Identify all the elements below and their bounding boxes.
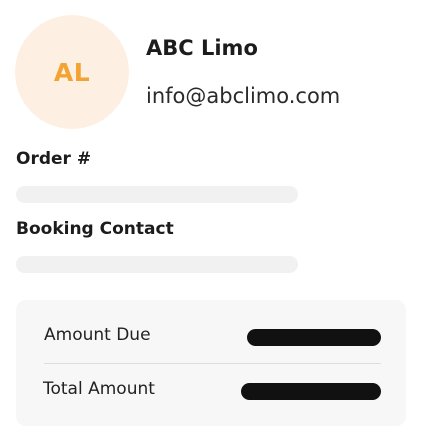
company-avatar: AL — [15, 15, 129, 129]
order-number-placeholder — [16, 186, 298, 203]
total-amount-label: Total Amount — [43, 379, 155, 399]
booking-contact-placeholder — [16, 256, 298, 273]
order-number-label: Order # — [16, 149, 92, 169]
total-amount-value-placeholder — [241, 383, 381, 400]
company-header: AL ABC Limo info@abclimo.com — [0, 0, 426, 130]
payment-summary-card: Amount Due Total Amount — [16, 300, 406, 426]
company-email: info@abclimo.com — [146, 84, 341, 108]
company-name: ABC Limo — [146, 36, 258, 60]
amount-due-row: Amount Due — [16, 321, 406, 351]
amount-due-label: Amount Due — [44, 325, 151, 345]
total-amount-row: Total Amount — [16, 375, 406, 405]
avatar-initials: AL — [53, 57, 91, 87]
summary-divider — [44, 363, 381, 364]
booking-contact-label: Booking Contact — [16, 219, 174, 239]
amount-due-value-placeholder — [247, 329, 381, 346]
